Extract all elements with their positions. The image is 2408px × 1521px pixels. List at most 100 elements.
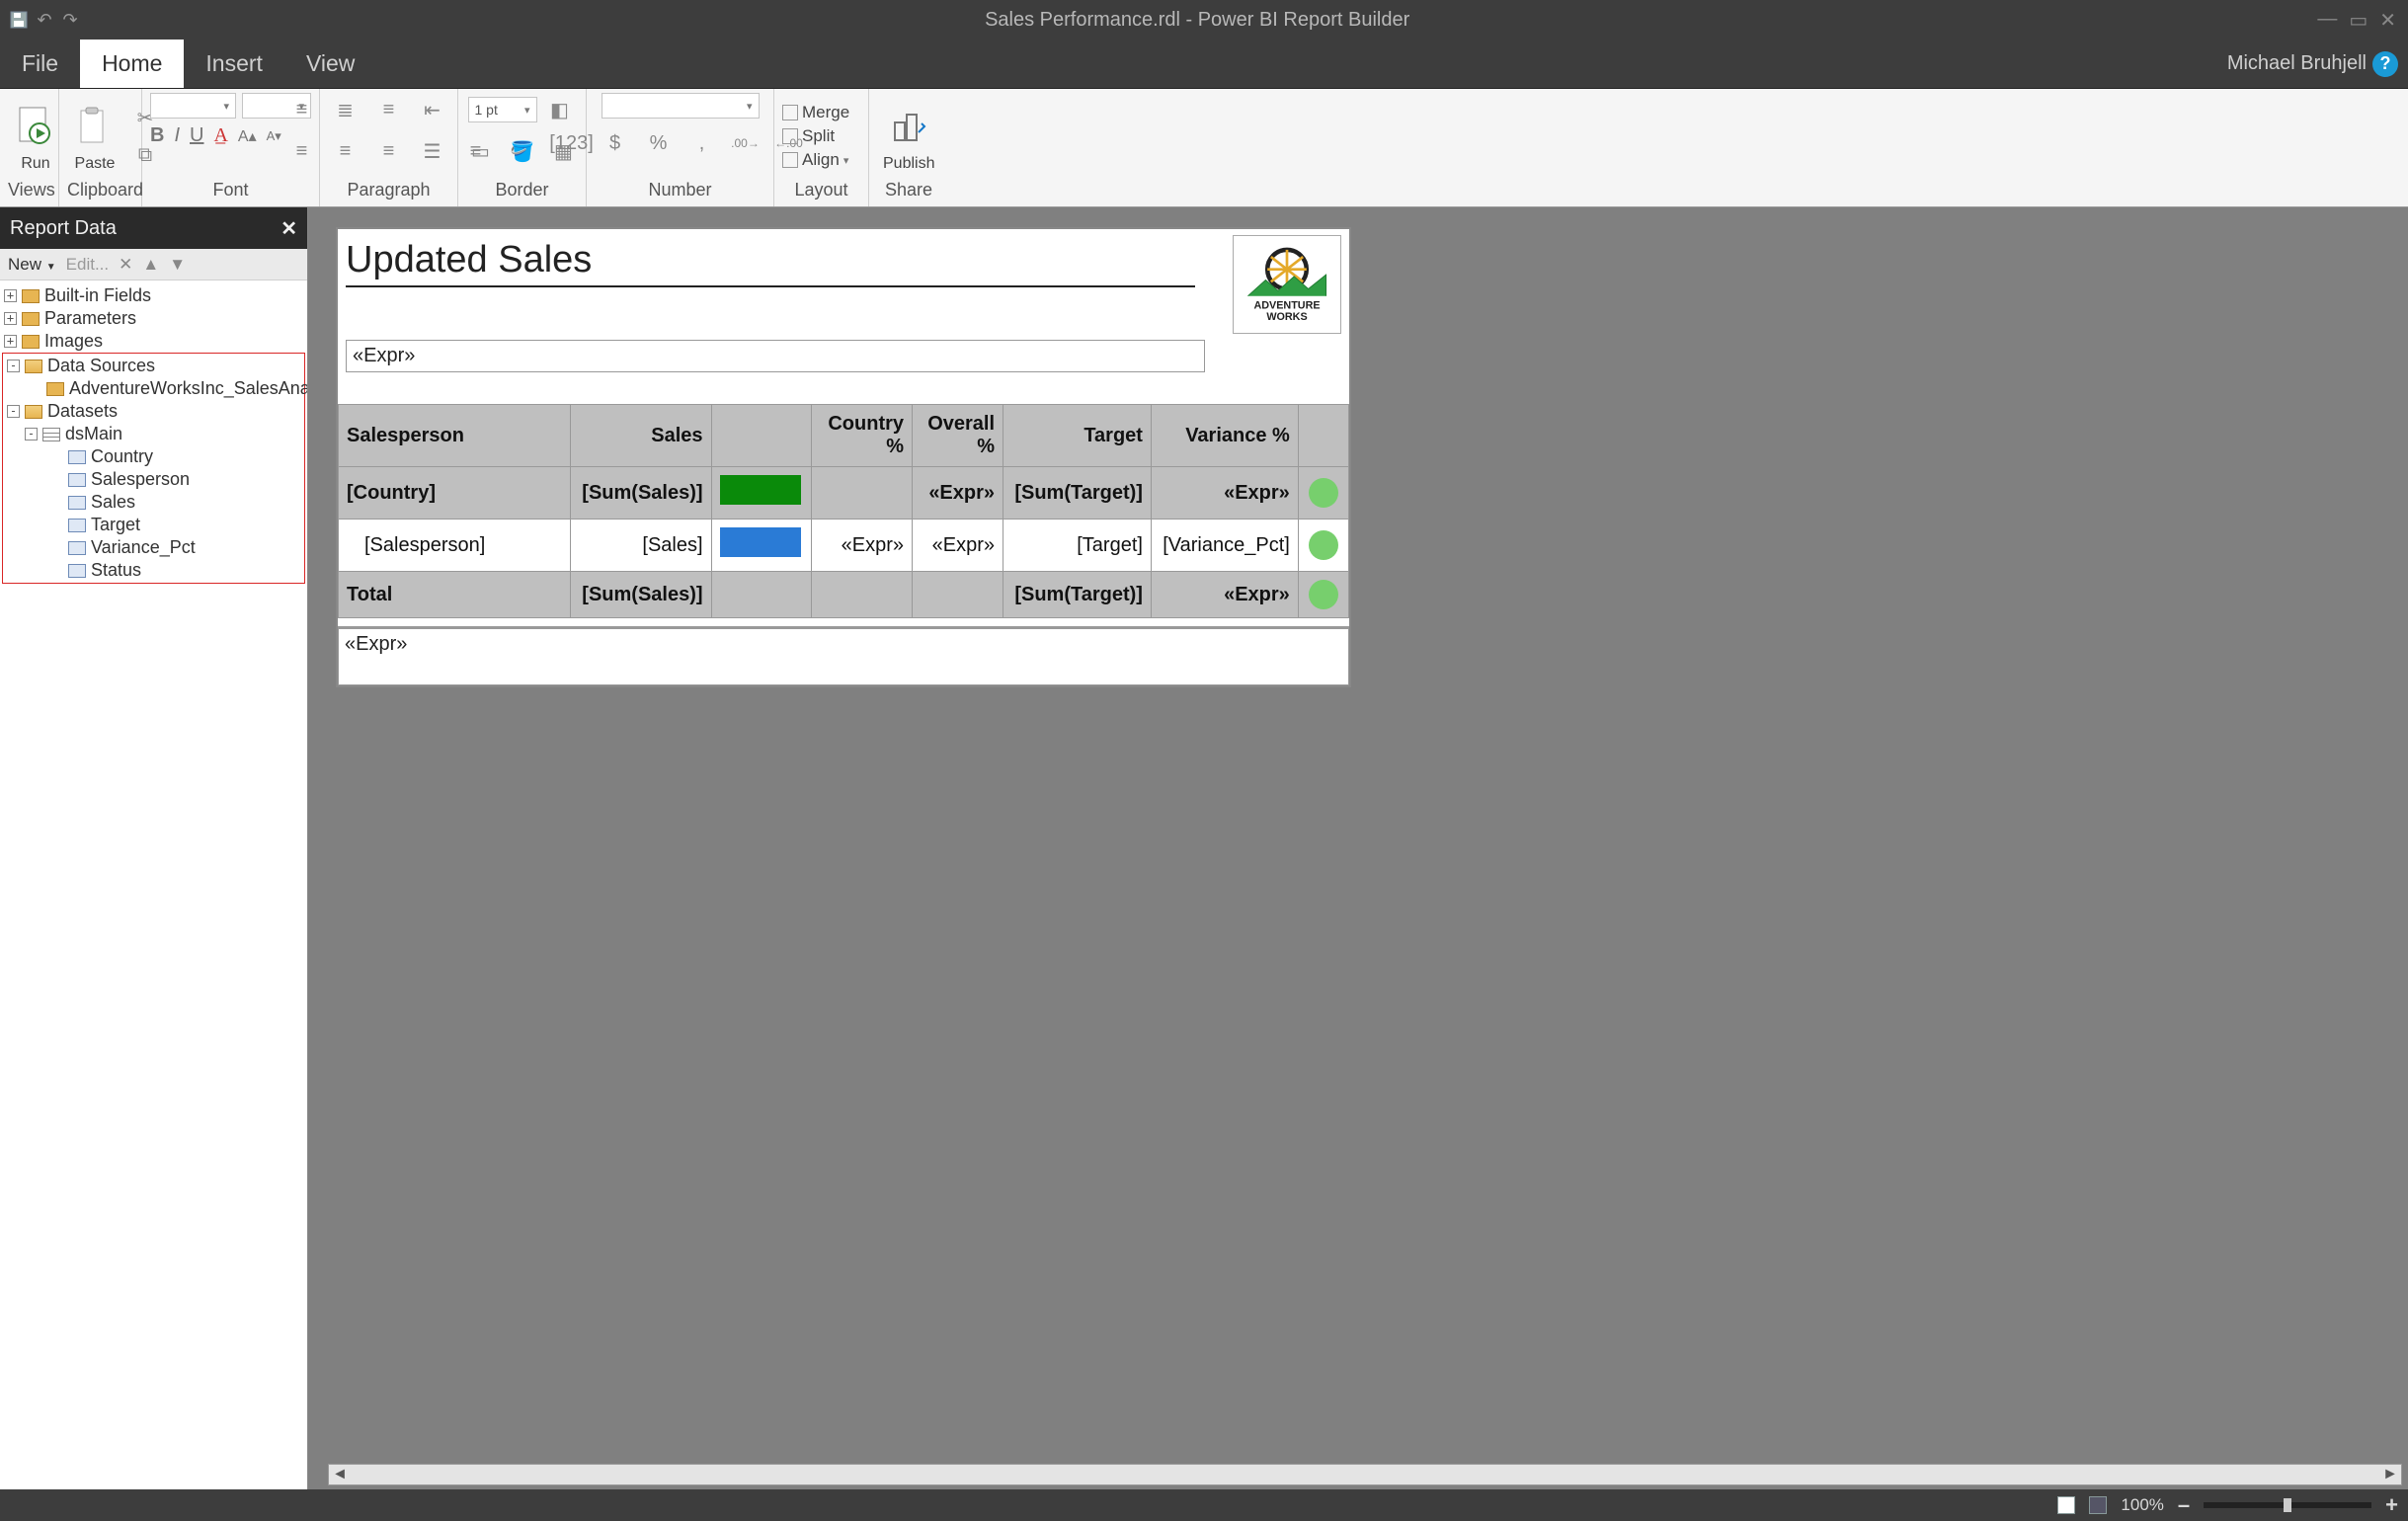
group-clipboard: Clipboard — [67, 180, 133, 202]
close-button[interactable]: ✕ — [2379, 8, 2396, 33]
col-sales[interactable]: Sales — [571, 405, 711, 467]
report-table[interactable]: Salesperson Sales Country % Overall % Ta… — [338, 404, 1349, 618]
col-variancepct[interactable]: Variance % — [1151, 405, 1298, 467]
col-countrypct[interactable]: Country % — [811, 405, 912, 467]
align-button[interactable]: Align ▾ — [782, 150, 849, 170]
row-country[interactable]: [Country] [Sum(Sales)] «Expr» [Sum(Targe… — [339, 467, 1349, 520]
expand-icon[interactable]: + — [4, 335, 17, 348]
logo-image[interactable]: ADVENTURE WORKS — [1233, 235, 1341, 334]
tab-insert[interactable]: Insert — [184, 40, 284, 88]
tree-dsmain[interactable]: dsMain — [65, 424, 122, 444]
help-icon[interactable]: ? — [2372, 51, 2398, 77]
save-icon[interactable] — [8, 9, 30, 31]
merge-button[interactable]: Merge — [782, 103, 849, 122]
bullets-icon[interactable]: ☰ — [416, 134, 449, 168]
report-title[interactable]: Updated Sales — [346, 235, 1195, 287]
horizontal-scrollbar[interactable]: ◄ ► — [328, 1464, 2402, 1485]
expand-icon[interactable]: + — [4, 289, 17, 302]
font-grow-button[interactable]: A▴ — [238, 126, 257, 146]
border-width-select[interactable]: 1 pt▾ — [468, 97, 537, 122]
report-data-panel: Report Data ✕ New ▼ Edit... ✕ ▲ ▼ +Built… — [0, 207, 308, 1489]
align-center-icon[interactable]: ≡ — [329, 134, 362, 168]
publish-button[interactable]: Publish — [877, 100, 940, 173]
zoom-out-button[interactable]: – — [2178, 1492, 2190, 1518]
increase-decimal-icon[interactable]: .00→ — [729, 126, 763, 160]
run-button[interactable]: Run — [8, 100, 63, 173]
tree-datasources[interactable]: Data Sources — [47, 356, 155, 376]
delete-icon[interactable]: ✕ — [119, 255, 132, 275]
align-middle-icon[interactable]: ≣ — [329, 93, 362, 126]
font-shrink-button[interactable]: A▾ — [267, 128, 281, 144]
tree-field[interactable]: Variance_Pct — [91, 537, 196, 558]
redo-icon[interactable]: ↷ — [59, 9, 81, 31]
move-down-icon[interactable]: ▼ — [169, 255, 186, 275]
align-left-icon[interactable]: ≡ — [285, 134, 319, 168]
footer-expression[interactable]: «Expr» — [338, 626, 1349, 685]
user-name[interactable]: Michael Bruhjell — [2227, 52, 2372, 75]
outdent-icon[interactable]: ⇤ — [416, 93, 449, 126]
report-data-tree[interactable]: +Built-in Fields +Parameters +Images -Da… — [0, 280, 307, 1489]
report-page[interactable]: Updated Sales ADVENTURE WORKS — [336, 227, 1351, 687]
align-top-icon[interactable]: ≡ — [285, 93, 319, 126]
tree-field[interactable]: Salesperson — [91, 469, 190, 490]
fill-color-icon[interactable]: 🪣 — [506, 134, 539, 168]
svg-text:WORKS: WORKS — [1266, 311, 1307, 323]
zoom-slider[interactable] — [2204, 1502, 2371, 1508]
collapse-icon[interactable]: - — [7, 360, 20, 372]
currency-icon[interactable]: $ — [599, 126, 632, 160]
border-style-icon[interactable]: ▭ — [464, 134, 498, 168]
tree-datasource-item[interactable]: AdventureWorksInc_SalesAnalysis — [69, 378, 307, 399]
tree-field[interactable]: Status — [91, 560, 141, 581]
col-indicator[interactable] — [1298, 405, 1348, 467]
split-button[interactable]: Split — [782, 126, 849, 146]
status-icon-1[interactable] — [2057, 1496, 2075, 1514]
tree-datasets[interactable]: Datasets — [47, 401, 118, 422]
quick-access-toolbar: ↶ ↷ — [0, 9, 89, 31]
tab-file[interactable]: File — [0, 40, 80, 88]
thousands-icon[interactable]: , — [685, 126, 719, 160]
undo-icon[interactable]: ↶ — [34, 9, 55, 31]
number-format-select[interactable]: ▾ — [602, 93, 760, 119]
col-salesperson[interactable]: Salesperson — [339, 405, 571, 467]
row-total[interactable]: Total [Sum(Sales)] [Sum(Target)] «Expr» — [339, 572, 1349, 618]
collapse-icon[interactable]: - — [7, 405, 20, 418]
bold-button[interactable]: B — [150, 124, 164, 147]
paste-button[interactable]: Paste — [67, 100, 122, 173]
col-overallpct[interactable]: Overall % — [913, 405, 1003, 467]
collapse-icon[interactable]: - — [25, 428, 38, 440]
tree-parameters[interactable]: Parameters — [44, 308, 136, 329]
field-icon — [68, 450, 86, 464]
minimize-button[interactable]: — — [2317, 8, 2337, 33]
tree-builtin[interactable]: Built-in Fields — [44, 285, 151, 306]
tab-view[interactable]: View — [284, 40, 376, 88]
col-target[interactable]: Target — [1003, 405, 1152, 467]
underline-button[interactable]: U — [190, 124, 203, 147]
scroll-right-icon[interactable]: ► — [2379, 1466, 2401, 1483]
italic-button[interactable]: I — [174, 124, 180, 147]
design-surface[interactable]: Updated Sales ADVENTURE WORKS — [308, 207, 2408, 1489]
zoom-in-button[interactable]: + — [2385, 1492, 2398, 1518]
tree-images[interactable]: Images — [44, 331, 103, 352]
maximize-button[interactable]: ▭ — [2349, 8, 2368, 33]
tree-field[interactable]: Country — [91, 446, 153, 467]
new-button[interactable]: New ▼ — [8, 255, 56, 275]
col-bar[interactable] — [711, 405, 811, 467]
scroll-left-icon[interactable]: ◄ — [329, 1466, 351, 1483]
font-family-select[interactable]: ▾ — [150, 93, 236, 119]
subtitle-expression[interactable]: «Expr» — [346, 340, 1205, 372]
tab-home[interactable]: Home — [80, 40, 184, 88]
expand-icon[interactable]: + — [4, 312, 17, 325]
font-color-button[interactable]: A̲ — [213, 124, 227, 147]
percent-icon[interactable]: % — [642, 126, 676, 160]
border-color-icon[interactable]: ◧ — [543, 93, 577, 126]
align-bottom-icon[interactable]: ≡ — [372, 93, 406, 126]
row-salesperson[interactable]: [Salesperson] [Sales] «Expr» «Expr» [Tar… — [339, 520, 1349, 572]
align-right-icon[interactable]: ≡ — [372, 134, 406, 168]
tree-field[interactable]: Target — [91, 515, 140, 535]
panel-close-icon[interactable]: ✕ — [281, 216, 297, 241]
edit-button[interactable]: Edit... — [66, 255, 109, 275]
status-icon-2[interactable] — [2089, 1496, 2107, 1514]
placeholder-icon[interactable]: [123] — [555, 126, 589, 160]
move-up-icon[interactable]: ▲ — [142, 255, 159, 275]
tree-field[interactable]: Sales — [91, 492, 135, 513]
